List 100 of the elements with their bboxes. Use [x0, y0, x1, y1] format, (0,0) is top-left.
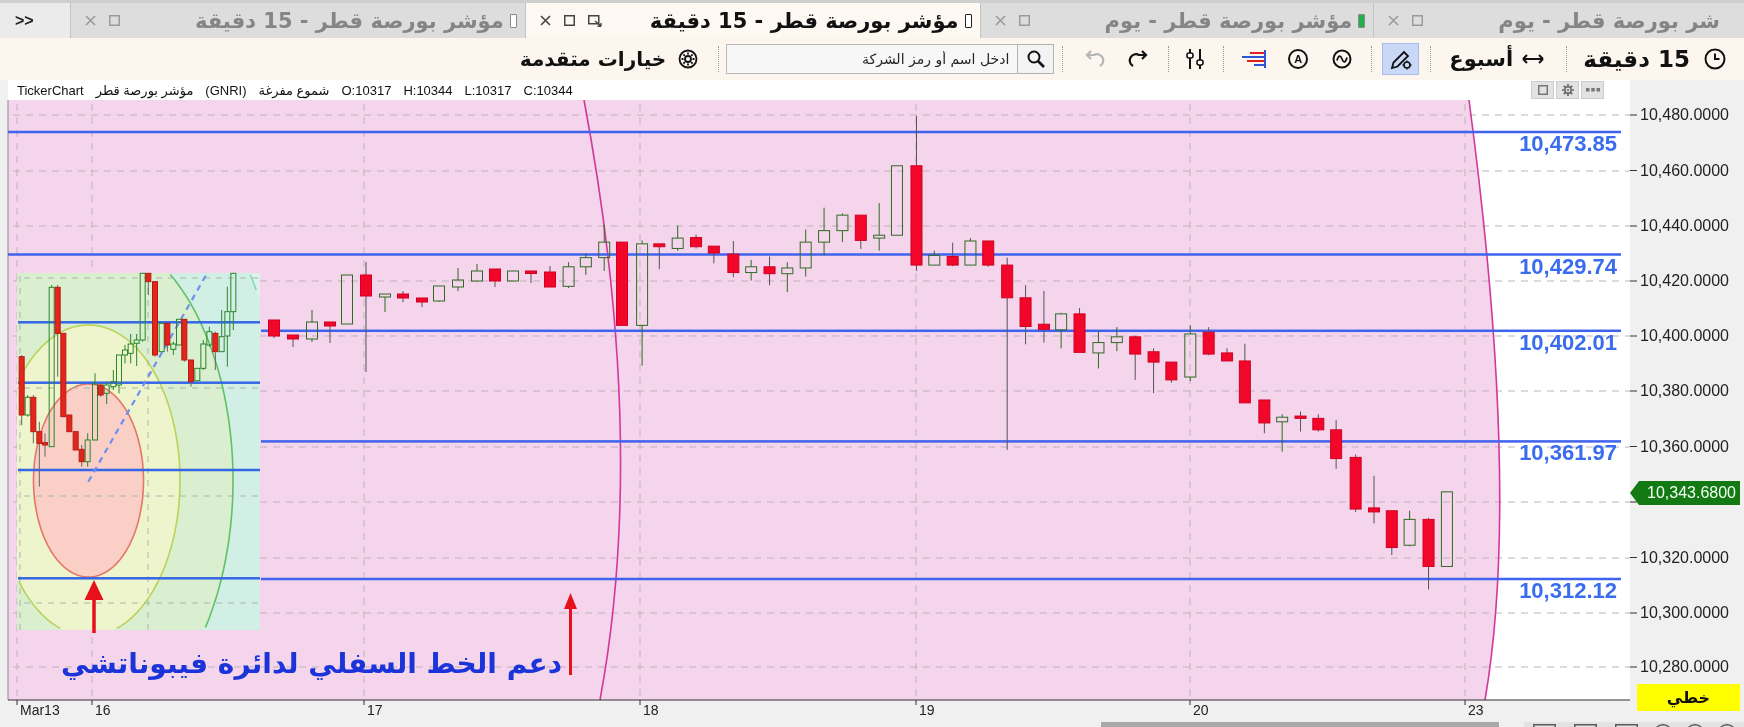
- candle: [507, 270, 519, 282]
- candle: [306, 310, 318, 342]
- candle: [452, 268, 464, 291]
- axis-label: 17: [367, 702, 383, 718]
- candle: [287, 334, 299, 347]
- window-button[interactable]: [1531, 81, 1554, 99]
- axis-label: 10,320.0000: [1640, 549, 1729, 566]
- candle: [579, 253, 592, 275]
- candle: [653, 243, 666, 270]
- level-label: 10,361.97: [1519, 442, 1617, 465]
- price-value: O:10317: [341, 82, 392, 98]
- arrow: [84, 580, 104, 633]
- overflow-button[interactable]: >>: [0, 3, 70, 38]
- level-label: 10,473.85: [1519, 133, 1617, 155]
- candle: [1073, 308, 1086, 353]
- period-button[interactable]: أسبوع: [1449, 47, 1545, 71]
- candle: [416, 297, 428, 307]
- chart-type-label[interactable]: خطي: [1637, 684, 1740, 711]
- axis-label: 10,460.0000: [1640, 162, 1729, 179]
- search-button[interactable]: [1017, 44, 1055, 74]
- price-tag: 10,343.6800: [1630, 481, 1740, 505]
- advanced-options-button[interactable]: خيارات متقدمة: [519, 47, 699, 71]
- axis-label: 10,480.0000: [1640, 107, 1729, 123]
- candle: [525, 270, 537, 283]
- candle: [489, 268, 501, 287]
- candle: [1385, 510, 1398, 555]
- price-value: L:10317: [464, 82, 512, 98]
- settings-icon: [678, 49, 699, 69]
- candle: [1110, 327, 1123, 352]
- axis-label: 10,380.0000: [1640, 383, 1729, 399]
- candle: [544, 266, 556, 288]
- candle: [471, 264, 483, 282]
- chart-style-label: شموع مفرغة: [258, 82, 330, 98]
- candle: [854, 214, 867, 249]
- candle: [433, 285, 445, 302]
- sliders-icon[interactable]: [1185, 48, 1206, 70]
- candle: [1258, 399, 1271, 434]
- axis-label: 19: [919, 702, 935, 718]
- tab[interactable]: مؤشر بورصة قطر - 15 دقيقة: [524, 3, 980, 38]
- wave-circle-icon[interactable]: [1332, 49, 1353, 69]
- axis-label: 18: [643, 702, 659, 718]
- square-icon: [1537, 85, 1548, 95]
- instrument-name: مؤشر بورصة قطر: [95, 82, 194, 98]
- horizontal-lines-icon[interactable]: [1241, 50, 1268, 68]
- candle: [745, 259, 758, 281]
- axis-label: 10,300.0000: [1640, 605, 1729, 621]
- candle: [1129, 335, 1142, 380]
- candle: [1312, 414, 1325, 432]
- candle: [1276, 414, 1289, 452]
- candle: [873, 203, 886, 251]
- candle: [964, 238, 977, 266]
- candle: [1330, 420, 1343, 469]
- more-icon: [1585, 88, 1600, 92]
- candle: [781, 262, 794, 293]
- axis-label: 10,440.0000: [1640, 218, 1729, 234]
- settings-icon: [1561, 84, 1574, 96]
- candle: [1221, 348, 1234, 362]
- settings-button[interactable]: [1556, 81, 1579, 99]
- square-icon[interactable]: [563, 15, 575, 26]
- double-arrow-icon: [1522, 53, 1545, 65]
- candle: [598, 224, 611, 271]
- interval-button[interactable]: 15 دقيقة: [1583, 46, 1726, 72]
- axis-label: 10,360.0000: [1640, 438, 1729, 455]
- candle: [341, 274, 353, 325]
- candle: [1403, 510, 1416, 547]
- axis-label: 20: [1193, 702, 1209, 718]
- search-icon: [1026, 50, 1045, 68]
- candle: [671, 225, 684, 251]
- more-button[interactable]: [1581, 81, 1604, 99]
- undo-icon[interactable]: [1128, 50, 1149, 68]
- close-icon[interactable]: [539, 15, 551, 26]
- candle: [324, 321, 336, 343]
- candle: [763, 256, 776, 286]
- axis-label: 10,400.0000: [1640, 328, 1729, 344]
- draw-tool-button[interactable]: [1382, 43, 1420, 75]
- level-label: 10,429.74: [1519, 255, 1617, 278]
- circled-letter-button[interactable]: A: [1288, 49, 1309, 69]
- candle: [1092, 331, 1105, 369]
- axis-label: 10,420.0000: [1640, 273, 1729, 289]
- pencil-icon: [1389, 48, 1412, 70]
- annotation-text: دعم الخط السفلي لدائرة فيبوناتشي: [61, 646, 563, 682]
- level-label: 10,312.12: [1519, 580, 1617, 602]
- candle: [1202, 327, 1215, 356]
- candle: [1238, 343, 1251, 404]
- candle: [397, 291, 409, 302]
- candle: [946, 242, 959, 267]
- candle: [379, 293, 391, 312]
- candle: [1037, 290, 1050, 343]
- axis-label: 23: [1468, 702, 1484, 718]
- candle: [1184, 325, 1197, 382]
- candle: [1368, 475, 1380, 524]
- level-label: 10,402.01: [1519, 331, 1617, 354]
- axis-label: 16: [95, 702, 111, 718]
- candle: [982, 240, 995, 267]
- candle: [1165, 361, 1178, 383]
- candle: [690, 234, 703, 249]
- price-value: C:10344: [523, 82, 573, 98]
- clock-icon: [1704, 48, 1726, 70]
- candle: [707, 245, 720, 264]
- scrollbar-thumb[interactable]: [1101, 722, 1499, 727]
